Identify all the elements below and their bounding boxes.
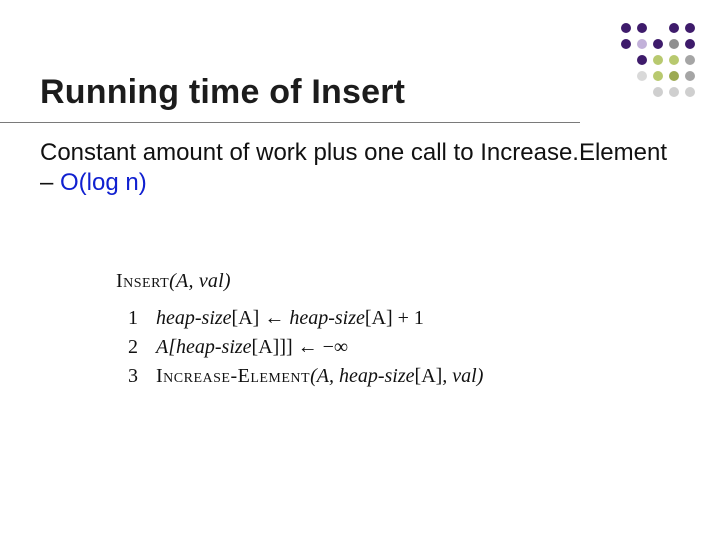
pseudocode-args: (A, val) [169, 270, 231, 292]
decor-dot [669, 71, 679, 81]
decor-dot [653, 71, 663, 81]
decor-dot [685, 55, 695, 65]
body-text: Constant amount of work plus one call to… [40, 138, 684, 198]
corner-decoration [618, 20, 698, 100]
line-content: Increase-Element(A, heap-size[A], val) [156, 365, 483, 388]
line-number: 2 [116, 336, 138, 359]
line-number: 3 [116, 365, 138, 388]
decor-dot [685, 87, 695, 97]
slide: Running time of Insert Constant amount o… [0, 0, 720, 540]
decor-dot [621, 39, 631, 49]
decor-dot [669, 55, 679, 65]
complexity: O(log n) [60, 169, 147, 196]
pseudocode-header: Insert(A, val) [116, 270, 684, 293]
decor-dot [669, 23, 679, 33]
decor-dot [637, 23, 647, 33]
decor-dot [653, 87, 663, 97]
pseudocode-line: 3 Increase-Element(A, heap-size[A], val) [116, 365, 684, 388]
divider-line [0, 122, 580, 123]
slide-title: Running time of Insert [40, 73, 684, 112]
decor-dot [621, 23, 631, 33]
decor-dot [685, 39, 695, 49]
line-content: heap-size[A] ← heap-size[A] + 1 [156, 307, 424, 330]
line-number: 1 [116, 307, 138, 330]
line-content: A[heap-size[A]]] ← −∞ [156, 336, 348, 359]
decor-dot [637, 71, 647, 81]
decor-dot [685, 23, 695, 33]
decor-dot [653, 39, 663, 49]
decor-dot [653, 55, 663, 65]
pseudocode-block: Insert(A, val) 1 heap-size[A] ← heap-siz… [116, 270, 684, 388]
decor-dot [669, 39, 679, 49]
decor-dot [637, 39, 647, 49]
decor-dot [669, 87, 679, 97]
pseudocode-line: 2 A[heap-size[A]]] ← −∞ [116, 336, 684, 359]
decor-dot [637, 55, 647, 65]
pseudocode-line: 1 heap-size[A] ← heap-size[A] + 1 [116, 307, 684, 330]
decor-dot [685, 71, 695, 81]
pseudocode-fn: Insert [116, 270, 169, 292]
